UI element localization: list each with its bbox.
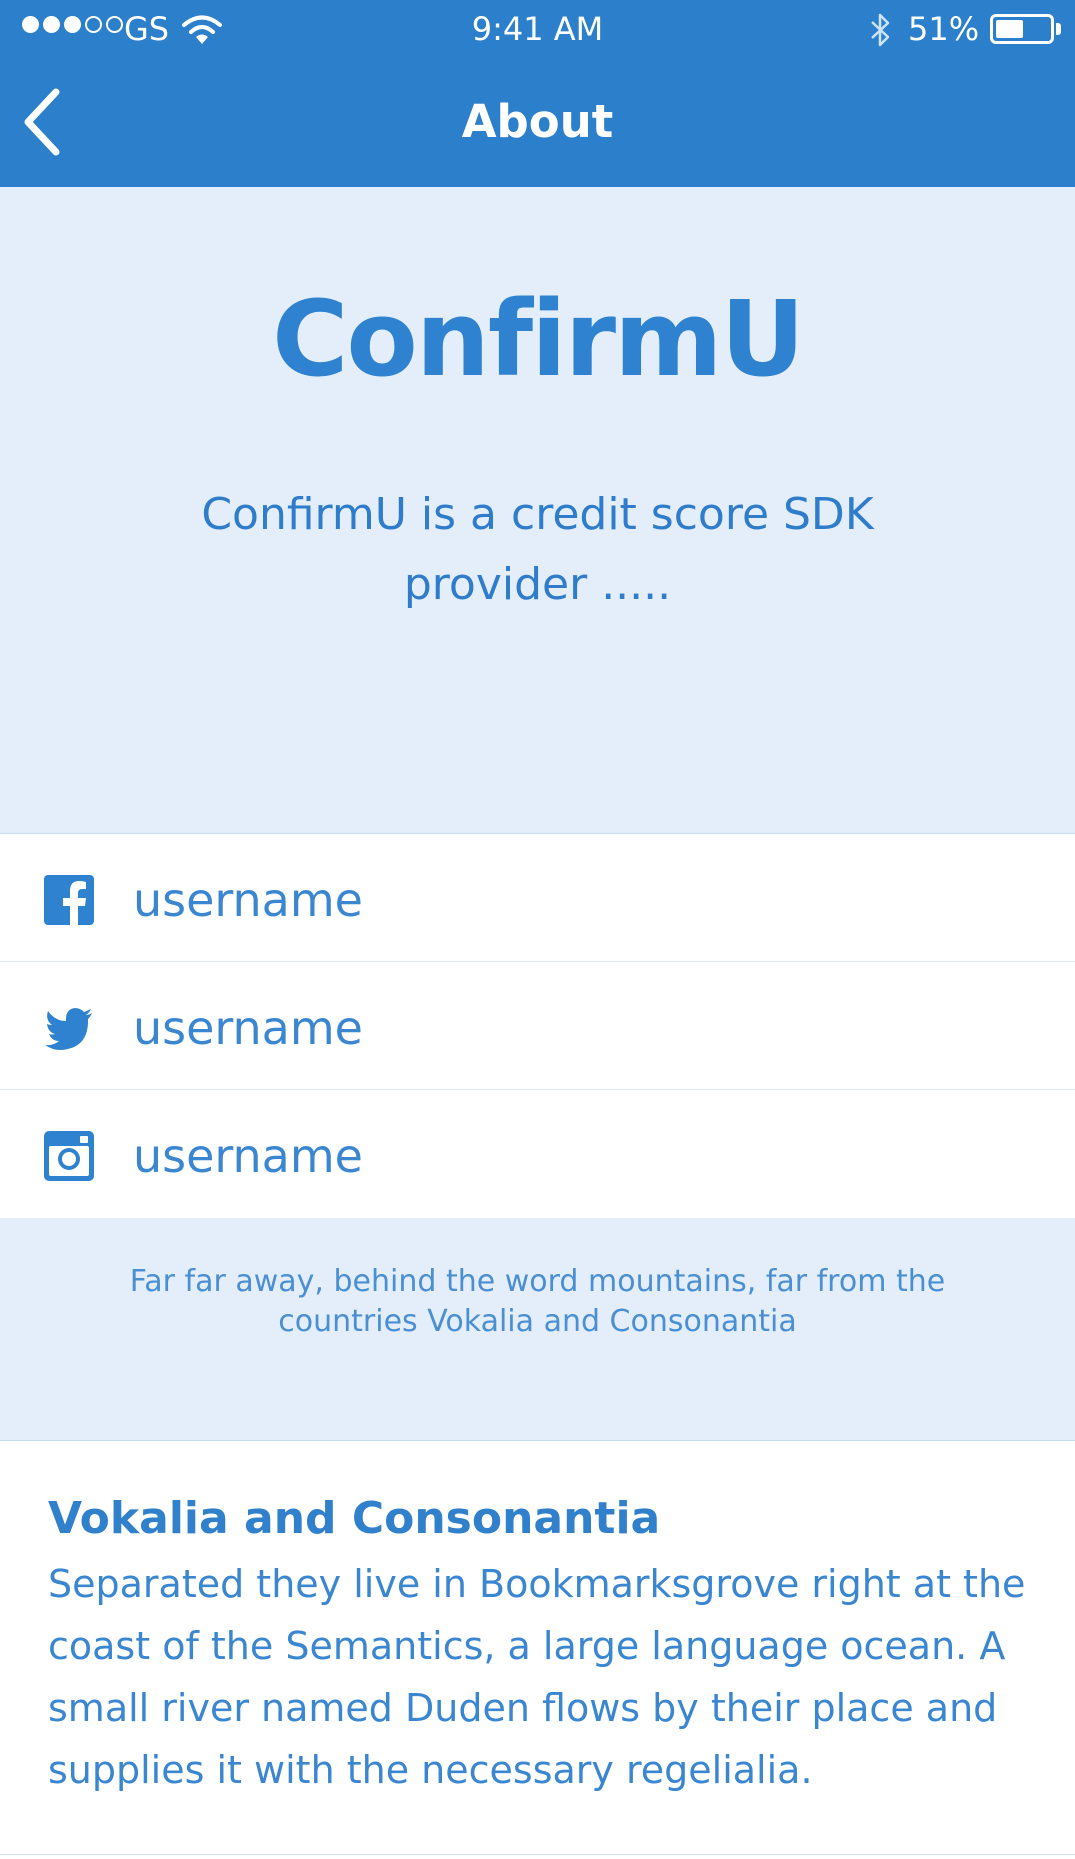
instagram-username: username xyxy=(133,1129,363,1183)
twitter-icon xyxy=(45,1008,92,1050)
facebook-username: username xyxy=(133,873,363,927)
twitter-username: username xyxy=(133,1001,363,1055)
facebook-icon xyxy=(44,875,94,925)
page-title: About xyxy=(461,95,614,148)
detail-title: Vokalia and Consonantia xyxy=(48,1493,661,1544)
battery-icon xyxy=(990,14,1054,44)
about-hero: ConfirmU ConfirmU is a credit score SDK … xyxy=(0,187,1075,834)
detail-section: Vokalia and Consonantia Separated they l… xyxy=(0,1441,1075,1859)
battery-tip xyxy=(1056,23,1061,35)
status-bar: GS 9:41 AM 51% xyxy=(0,0,1075,60)
social-row-twitter[interactable]: username xyxy=(0,962,1075,1090)
battery-level xyxy=(996,20,1023,38)
brand-logo-text: ConfirmU xyxy=(272,278,805,400)
info-text: Far far away, behind the word mountains,… xyxy=(129,1264,946,1339)
divider xyxy=(0,1854,1075,1855)
header-bar: GS 9:41 AM 51% About xyxy=(0,0,1075,187)
bluetooth-icon xyxy=(871,13,890,47)
info-strip: Far far away, behind the word mountains,… xyxy=(0,1218,1075,1441)
detail-body: Separated they live in Bookmarksgrove ri… xyxy=(48,1562,1026,1792)
instagram-icon xyxy=(44,1131,94,1181)
tagline: ConfirmU is a credit score SDK provider … xyxy=(201,489,874,610)
social-row-facebook[interactable]: username xyxy=(0,834,1075,962)
battery-percent: 51% xyxy=(908,10,980,48)
